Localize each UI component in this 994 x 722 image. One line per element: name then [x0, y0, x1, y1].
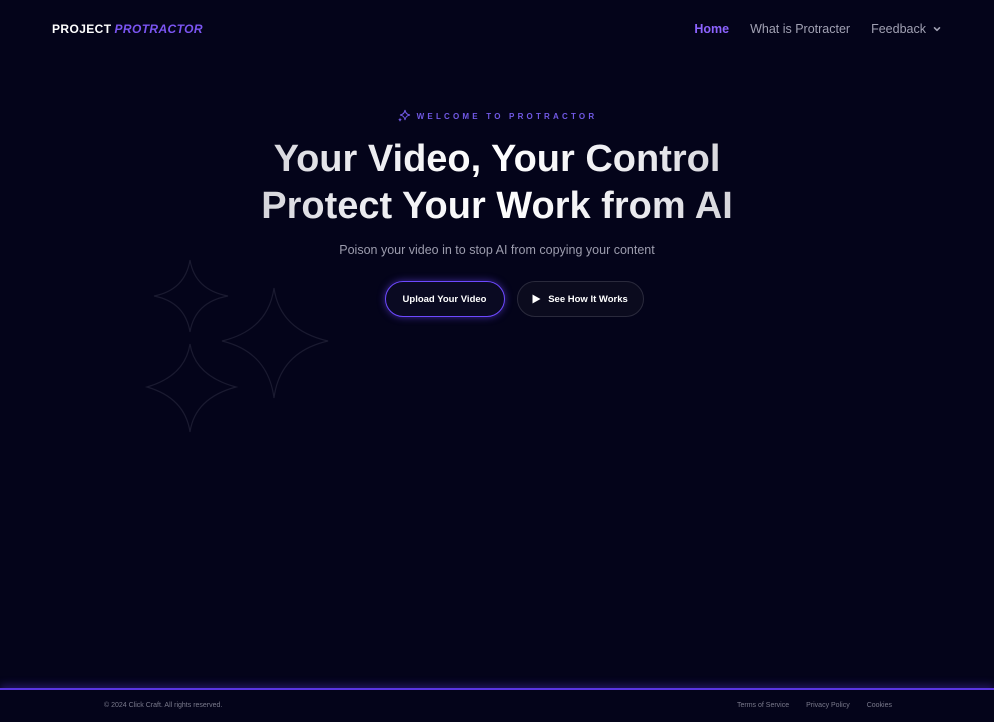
- eyebrow-text: WELCOME TO PROTRACTOR: [416, 111, 598, 121]
- play-icon: [532, 294, 541, 304]
- footer-link-cookies[interactable]: Cookies: [867, 702, 892, 709]
- header: PROJECT PROTRACTOR Home What is Protracte…: [0, 0, 994, 60]
- footer-link-privacy[interactable]: Privacy Policy: [806, 702, 850, 709]
- nav-feedback-label: Feedback: [871, 22, 926, 36]
- upload-video-button[interactable]: Upload Your Video: [384, 281, 505, 317]
- upload-video-label: Upload Your Video: [402, 293, 487, 305]
- see-how-it-works-button[interactable]: See How It Works: [516, 281, 644, 317]
- logo[interactable]: PROJECT PROTRACTOR: [52, 22, 203, 36]
- footer-link-terms[interactable]: Terms of Service: [737, 702, 789, 709]
- hero-headline: Your Video, Your Control Protect Your Wo…: [0, 136, 994, 230]
- see-how-it-works-label: See How It Works: [548, 293, 628, 305]
- logo-accent: PROTRACTOR: [114, 22, 203, 36]
- cta-row: Upload Your Video See How It Works: [0, 281, 994, 317]
- chevron-down-icon: [933, 27, 941, 32]
- footer-copyright: © 2024 Click Craft. All rights reserved.: [104, 702, 223, 709]
- sparkle-icon: [397, 109, 410, 122]
- main-nav: Home What is Protracter Feedback: [673, 21, 942, 37]
- footer-links: Terms of Service Privacy Policy Cookies: [720, 702, 892, 709]
- headline-line-1: Your Video, Your Control: [0, 136, 994, 183]
- headline-line-2: Protect Your Work from AI: [0, 183, 994, 230]
- landing-page: PROJECT PROTRACTOR Home What is Protracte…: [0, 0, 994, 722]
- nav-home-label: Home: [694, 22, 730, 36]
- hero-subtitle: Poison your video in to stop AI from cop…: [339, 243, 655, 257]
- nav-home[interactable]: Home: [694, 21, 729, 37]
- nav-feedback[interactable]: Feedback: [871, 21, 942, 37]
- nav-what-is-protracter[interactable]: What is Protracter: [750, 21, 850, 37]
- nav-what-is-label: What is Protracter: [750, 22, 851, 36]
- eyebrow: WELCOME TO PROTRACTOR: [0, 109, 994, 123]
- logo-primary: PROJECT: [52, 22, 112, 36]
- footer: © 2024 Click Craft. All rights reserved.…: [0, 688, 994, 722]
